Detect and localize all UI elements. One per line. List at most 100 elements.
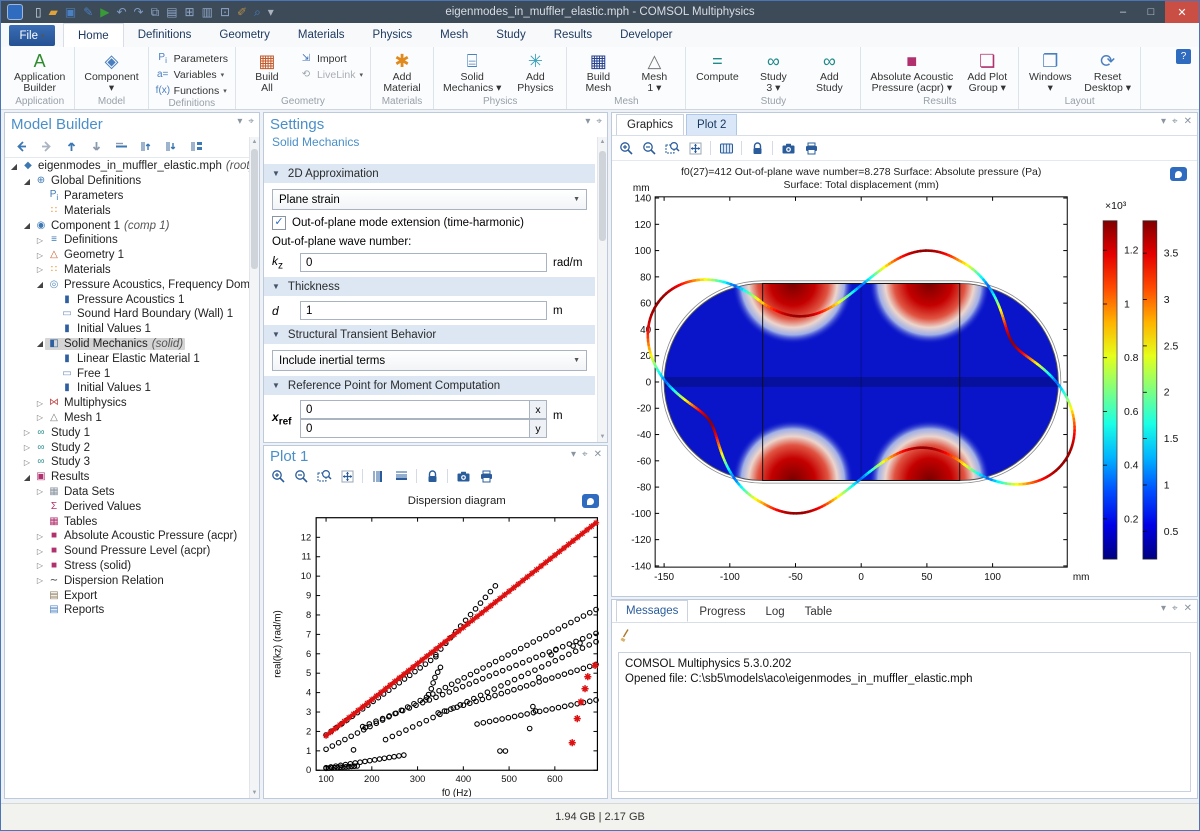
forward-icon[interactable] bbox=[38, 138, 54, 154]
out-of-plane-checkbox[interactable]: ✓ bbox=[272, 216, 286, 230]
study-button[interactable]: ∞Study 3 ▾ bbox=[746, 49, 800, 96]
ribbon-tab-study[interactable]: Study bbox=[482, 23, 539, 46]
plot-menu-icon[interactable] bbox=[582, 494, 599, 508]
collapse-arrow-icon[interactable]: ◢ bbox=[22, 177, 32, 186]
tree-item-pressure-acoustics-1[interactable]: ▮Pressure Acoustics 1 bbox=[5, 292, 251, 307]
collapse-arrow-icon[interactable]: ◢ bbox=[35, 280, 45, 289]
collapse-arrow-icon[interactable]: ◢ bbox=[35, 339, 45, 348]
expand-arrow-icon[interactable]: ▷ bbox=[35, 399, 45, 408]
tree-item-linear-elastic-material-1[interactable]: ▮Linear Elastic Material 1 bbox=[5, 351, 251, 366]
plot-menu-icon[interactable] bbox=[1170, 167, 1187, 181]
grid-icon[interactable] bbox=[718, 140, 734, 156]
functions-button[interactable]: f(x)Functions▾ bbox=[153, 83, 231, 98]
file-button[interactable]: File▾ bbox=[9, 25, 55, 46]
messages-tab-log[interactable]: Log bbox=[756, 602, 793, 622]
add-button[interactable]: ✳Add Physics bbox=[508, 49, 562, 96]
panel-pin-icon[interactable]: ⌖ bbox=[596, 116, 602, 127]
tree-item-stress-solid-[interactable]: ▷■Stress (solid) bbox=[5, 559, 251, 574]
reset-button[interactable]: ⟳Reset Desktop ▾ bbox=[1079, 49, 1136, 96]
add-plot-button[interactable]: ❏Add Plot Group ▾ bbox=[960, 49, 1014, 96]
x-axis-log-icon[interactable] bbox=[393, 468, 409, 484]
move-down-icon[interactable] bbox=[88, 138, 104, 154]
expand-arrow-icon[interactable]: ▷ bbox=[35, 576, 45, 585]
tree-item-materials[interactable]: ∷Materials bbox=[5, 203, 251, 218]
component-button[interactable]: ◈Component ▾ bbox=[79, 49, 143, 96]
close-button[interactable]: ✕ bbox=[1165, 1, 1199, 23]
tree-item-materials[interactable]: ▷∷Materials bbox=[5, 263, 251, 278]
minimize-button[interactable]: – bbox=[1109, 1, 1137, 23]
build-button[interactable]: ▦Build Mesh bbox=[571, 49, 625, 96]
kz-input[interactable]: 0 bbox=[300, 253, 547, 272]
tree-item-derived-values[interactable]: ΣDerived Values bbox=[5, 499, 251, 514]
new-file-icon[interactable]: ▯ bbox=[35, 6, 42, 18]
tree-item-pressure-acoustics-frequency-domain[interactable]: ◢◎Pressure Acoustics, Frequency Domain(a… bbox=[5, 277, 251, 292]
copy-icon[interactable]: ⧉ bbox=[151, 6, 160, 18]
approximation-select[interactable]: Plane strain▼ bbox=[272, 189, 587, 210]
settings-scrollbar[interactable]: ▲▼ bbox=[597, 137, 607, 442]
compute-button[interactable]: =Compute bbox=[690, 49, 744, 96]
redo-icon[interactable]: ↷ bbox=[134, 6, 144, 18]
zoom-out-icon[interactable] bbox=[293, 468, 309, 484]
tree-item-sound-hard-boundary-wall-1[interactable]: ▭Sound Hard Boundary (Wall) 1 bbox=[5, 307, 251, 322]
messages-tab-progress[interactable]: Progress bbox=[690, 602, 754, 622]
zoom-out-icon[interactable] bbox=[641, 140, 657, 156]
panel-pin-icon[interactable]: ⌖ bbox=[1172, 603, 1178, 614]
tree-item-study-3[interactable]: ▷∞Study 3 bbox=[5, 455, 251, 470]
zoom-box-icon[interactable] bbox=[316, 468, 332, 484]
section-reference-point[interactable]: ▼Reference Point for Moment Computation bbox=[264, 376, 595, 395]
mesh-button[interactable]: △Mesh 1 ▾ bbox=[627, 49, 681, 96]
panel-menu-icon[interactable]: ▾ bbox=[237, 116, 242, 127]
tree-item-component-1[interactable]: ◢◉Component 1(comp 1) bbox=[5, 218, 251, 233]
y-axis-log-icon[interactable] bbox=[370, 468, 386, 484]
expand-arrow-icon[interactable]: ▷ bbox=[35, 236, 45, 245]
tree-item-results[interactable]: ◢▣Results bbox=[5, 470, 251, 485]
panel-menu-icon[interactable]: ▾ bbox=[585, 116, 590, 127]
add-button[interactable]: ✱Add Material bbox=[375, 49, 429, 96]
parameters-button[interactable]: PiParameters bbox=[153, 51, 231, 66]
application-button[interactable]: AApplication Builder bbox=[9, 49, 70, 96]
tree-item-eigenmodes-in-muffler-elastic-mph[interactable]: ◢◆eigenmodes_in_muffler_elastic.mph(root… bbox=[5, 159, 251, 174]
panel-menu-icon[interactable]: ▾ bbox=[1161, 116, 1166, 127]
expand-icon[interactable] bbox=[138, 138, 154, 154]
title-bar[interactable]: ▯▰▣✎▶↶↷⧉▤⊞▥⊡✐⌕▾ eigenmodes_in_muffler_el… bbox=[1, 1, 1199, 23]
solid-button[interactable]: ⌸Solid Mechanics ▾ bbox=[438, 49, 506, 96]
panel-close-icon[interactable]: ✕ bbox=[1184, 603, 1192, 614]
zoom-in-icon[interactable] bbox=[618, 140, 634, 156]
panel-pin-icon[interactable]: ⌖ bbox=[582, 449, 588, 460]
paste-icon[interactable]: ▤ bbox=[166, 6, 177, 18]
tree-item-study-1[interactable]: ▷∞Study 1 bbox=[5, 425, 251, 440]
absolute-acoustic-button[interactable]: ■Absolute Acoustic Pressure (acpr) ▾ bbox=[865, 49, 958, 96]
graphics-canvas[interactable]: f0(27)=412 Out-of-plane wave number=8.27… bbox=[613, 161, 1196, 595]
xref-x-input[interactable]: 0 bbox=[300, 400, 530, 419]
tree-item-free-1[interactable]: ▭Free 1 bbox=[5, 366, 251, 381]
tree-item-geometry-1[interactable]: ▷△Geometry 1 bbox=[5, 248, 251, 263]
panel-close-icon[interactable]: ✕ bbox=[1184, 116, 1192, 127]
move-up-icon[interactable] bbox=[63, 138, 79, 154]
tree-item-reports[interactable]: ▤Reports bbox=[5, 603, 251, 618]
livelink-button[interactable]: ⟲LiveLink▾ bbox=[296, 67, 366, 82]
ribbon-tab-geometry[interactable]: Geometry bbox=[205, 23, 284, 46]
ribbon-tab-definitions[interactable]: Definitions bbox=[124, 23, 206, 46]
tree-item-parameters[interactable]: PiParameters bbox=[5, 189, 251, 204]
expand-arrow-icon[interactable]: ▷ bbox=[35, 561, 45, 570]
tree-item-initial-values-1[interactable]: ▮Initial Values 1 bbox=[5, 381, 251, 396]
ribbon-tab-results[interactable]: Results bbox=[540, 23, 606, 46]
save-as-icon[interactable]: ✎ bbox=[83, 6, 93, 18]
expand-arrow-icon[interactable]: ▷ bbox=[35, 487, 45, 496]
tree-item-sound-pressure-level-acpr-[interactable]: ▷■Sound Pressure Level (acpr) bbox=[5, 544, 251, 559]
transient-behavior-select[interactable]: Include inertial terms▼ bbox=[272, 350, 587, 371]
expand-arrow-icon[interactable]: ▷ bbox=[22, 458, 32, 467]
ribbon-tab-mesh[interactable]: Mesh bbox=[426, 23, 482, 46]
collapse-arrow-icon[interactable]: ◢ bbox=[9, 162, 19, 171]
expand-arrow-icon[interactable]: ▷ bbox=[35, 413, 45, 422]
show-icon[interactable] bbox=[113, 138, 129, 154]
collapse-arrow-icon[interactable]: ◢ bbox=[22, 221, 32, 230]
messages-tab-table[interactable]: Table bbox=[796, 602, 842, 622]
section-structural-transient[interactable]: ▼Structural Transient Behavior bbox=[264, 325, 595, 344]
delete-icon[interactable]: ▥ bbox=[202, 6, 213, 18]
tree-item-initial-values-1[interactable]: ▮Initial Values 1 bbox=[5, 322, 251, 337]
expand-arrow-icon[interactable]: ▷ bbox=[35, 532, 45, 541]
tree-item-export[interactable]: ▤Export bbox=[5, 588, 251, 603]
duplicate-icon[interactable]: ⊞ bbox=[185, 6, 195, 18]
panel-pin-icon[interactable]: ⌖ bbox=[1172, 116, 1178, 127]
